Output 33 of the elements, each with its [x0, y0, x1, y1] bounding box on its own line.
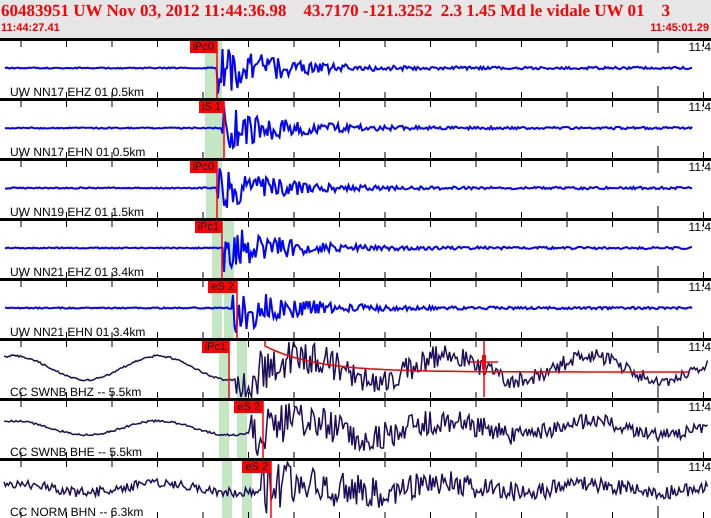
time-label: 11:4 [688, 41, 711, 54]
pick-label[interactable]: eS 2 [242, 461, 271, 473]
station-label: CC SWNB BHE -- 5.5km [10, 446, 142, 458]
cross-marker [470, 339, 498, 397]
pick-line[interactable] [223, 100, 225, 158]
pick-label[interactable]: iPc1 [202, 341, 229, 353]
pick-line[interactable] [262, 400, 264, 458]
pick-line[interactable] [270, 460, 272, 518]
time-label: 11:4 [688, 401, 711, 414]
station-label: CC NORM BHN -- 6.3km [10, 506, 144, 518]
time-label: 11:4 [688, 281, 711, 294]
event-title: 60483951 UW Nov 03, 2012 11:44:36.98 43.7170 -121.3252 2.3 1.45 Md le vidale UW 01 3 [1, 1, 670, 21]
pick-label[interactable]: iPc0 [190, 41, 217, 53]
pick-window-band [219, 400, 229, 458]
time-label: 11:4 [688, 221, 711, 234]
start-time: 11:44:27.41 [1, 22, 60, 34]
pick-label[interactable]: iPc1 [194, 221, 222, 233]
pick-label[interactable]: iS 1 [199, 101, 224, 113]
pick-line[interactable] [216, 160, 218, 218]
pick-label[interactable]: iPc0 [190, 161, 217, 173]
pick-line[interactable] [228, 340, 230, 398]
time-label: 11:4 [688, 161, 711, 174]
station-label: CC SWNB BHZ -- 5.5km [10, 386, 142, 398]
pick-label[interactable]: eS 2 [208, 281, 237, 293]
pick-line[interactable] [216, 40, 218, 98]
pick-line[interactable] [221, 220, 223, 278]
time-label: 11:4 [688, 101, 711, 114]
end-time: 11:45:01.29 [650, 22, 709, 34]
pick-window-band [222, 460, 232, 518]
pick-label[interactable]: eS 2 [234, 401, 263, 413]
time-label: 11:4 [688, 461, 711, 474]
pick-line[interactable] [236, 280, 238, 338]
time-label: 11:4 [688, 341, 711, 354]
